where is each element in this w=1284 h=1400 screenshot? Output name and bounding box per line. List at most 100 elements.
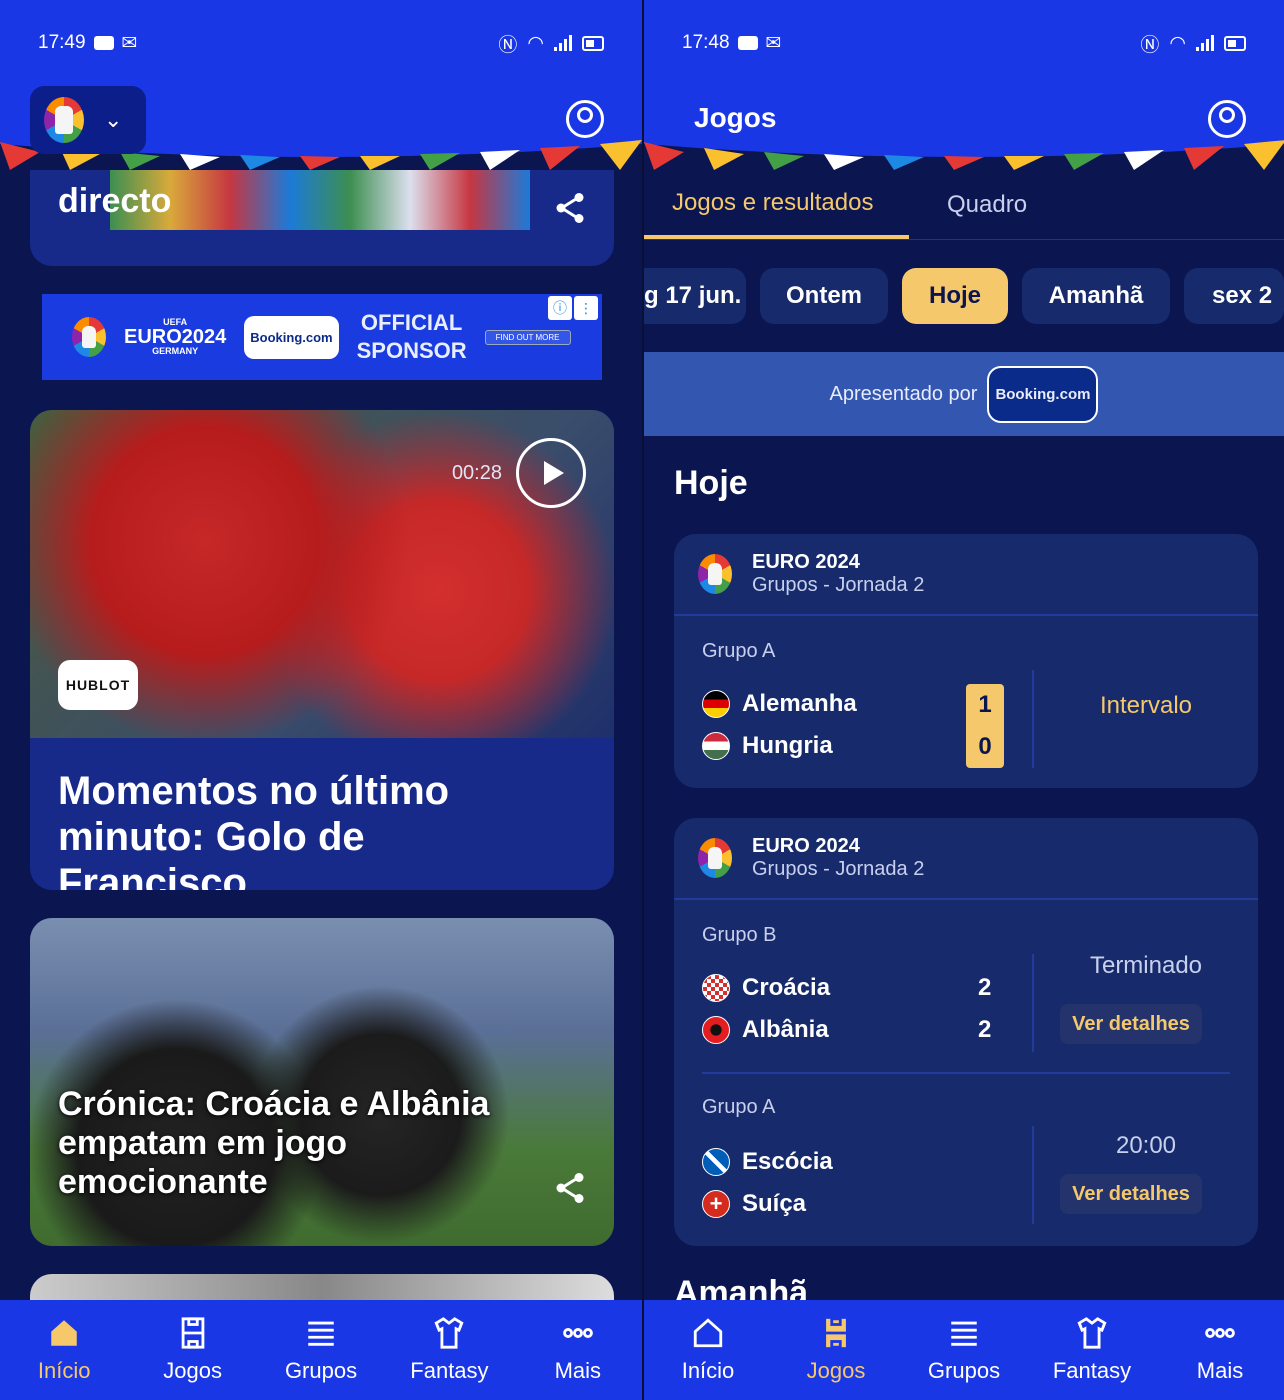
video-card[interactable]: 00:28 HUBLOT Momentos no último minuto: … xyxy=(30,410,614,890)
pitch-icon xyxy=(819,1316,853,1350)
list-icon xyxy=(304,1316,338,1350)
list-icon xyxy=(947,1316,981,1350)
info-icon[interactable]: ⓘ xyxy=(548,296,572,320)
date-chip[interactable]: sex 2 xyxy=(1184,268,1284,324)
article-title: Crónica: Croácia e Albânia empatam em jo… xyxy=(58,1085,490,1201)
tab-quadro[interactable]: Quadro xyxy=(909,170,1055,239)
details-button[interactable]: Ver detalhes xyxy=(1060,1004,1202,1044)
date-chip[interactable]: Ontem xyxy=(760,268,888,324)
away-team: Hungria xyxy=(702,732,833,760)
nav-fantasy[interactable]: Fantasy xyxy=(1028,1300,1156,1400)
tab-jogos-resultados[interactable]: Jogos e resultados xyxy=(644,170,909,239)
video-title: Momentos no último minuto: Golo de Franc… xyxy=(58,769,450,890)
more-vert-icon[interactable]: ⋮ xyxy=(574,296,598,320)
round-name: Grupos - Jornada 2 xyxy=(752,574,925,596)
signal-icon xyxy=(1196,35,1214,51)
sponsor-banner[interactable]: UEFA EURO2024 GERMANY Booking.com OFFICIAL… xyxy=(42,294,602,380)
matches-screen: 17:48 ✉ Ⓝ ◠ Jogos Jogos e resultados Qua… xyxy=(642,0,1284,1400)
date-selector: g 17 jun. Ontem Hoje Amanhã sex 2 xyxy=(644,268,1284,326)
date-chip[interactable]: g 17 jun. xyxy=(644,268,746,324)
celebration-photo: 00:28 HUBLOT xyxy=(30,410,614,738)
competition-selector[interactable]: ⌄ xyxy=(30,86,146,154)
team-name: Escócia xyxy=(742,1148,833,1175)
nav-jogos[interactable]: Jogos xyxy=(128,1300,256,1400)
away-team: + Suíça xyxy=(702,1190,806,1218)
sponsor-strip: Apresentado por Booking.com xyxy=(644,352,1284,436)
away-team: Albânia xyxy=(702,1016,829,1044)
nav-mais[interactable]: Mais xyxy=(514,1300,642,1400)
app-header: ⌄ xyxy=(0,86,642,170)
competition-header: EURO 2024 Grupos - Jornada 2 xyxy=(674,534,1258,616)
profile-icon[interactable] xyxy=(566,100,604,138)
competition-header: EURO 2024 Grupos - Jornada 2 xyxy=(674,818,1258,900)
euro-label: EURO2024 xyxy=(124,326,227,348)
croatia-flag-icon xyxy=(702,974,730,1002)
home-score: 1 xyxy=(978,691,992,718)
nav-inicio[interactable]: Início xyxy=(644,1300,772,1400)
nav-label: Fantasy xyxy=(1052,1358,1132,1383)
youtube-icon xyxy=(737,36,758,50)
hungary-flag-icon xyxy=(702,732,730,760)
official-sponsor-text: OFFICIAL SPONSOR xyxy=(357,309,467,365)
nav-label: Jogos xyxy=(806,1358,866,1383)
team-name: Suíça xyxy=(742,1190,807,1217)
home-team: Escócia xyxy=(702,1148,833,1176)
nav-fantasy[interactable]: Fantasy xyxy=(385,1300,513,1400)
euro-trophy-icon xyxy=(698,838,732,878)
match-status: Terminado xyxy=(1089,952,1203,979)
share-icon[interactable] xyxy=(552,190,588,226)
profile-icon[interactable] xyxy=(1208,100,1246,138)
germany-label: GERMANY xyxy=(152,346,199,356)
team-name: Alemanha xyxy=(742,690,857,717)
mail-icon: ✉ xyxy=(121,32,138,54)
group-label: Grupo A xyxy=(702,640,776,662)
video-duration: 00:28 xyxy=(451,462,502,484)
chevron-down-icon: ⌄ xyxy=(104,107,123,132)
separator xyxy=(702,1072,1230,1074)
home-icon xyxy=(47,1316,81,1350)
home-team: Croácia xyxy=(702,974,830,1002)
date-chip-selected[interactable]: Hoje xyxy=(902,268,1008,324)
bunting-image xyxy=(110,160,530,230)
card-title: directo xyxy=(58,182,172,220)
euro-trophy-icon xyxy=(698,554,732,594)
booking-logo: Booking.com xyxy=(244,315,339,359)
find-out-more-button[interactable]: FIND OUT MORE xyxy=(484,329,571,345)
article-card[interactable]: Crónica: Croácia e Albânia empatam em jo… xyxy=(30,918,614,1246)
play-icon[interactable] xyxy=(516,438,586,508)
nav-grupos[interactable]: Grupos xyxy=(900,1300,1028,1400)
shirt-icon xyxy=(1075,1316,1109,1350)
euro-trophy-icon xyxy=(44,97,84,143)
nav-grupos[interactable]: Grupos xyxy=(257,1300,385,1400)
nav-inicio[interactable]: Início xyxy=(0,1300,128,1400)
battery-icon xyxy=(1224,35,1246,51)
battery-icon xyxy=(582,35,604,51)
share-icon[interactable] xyxy=(552,1170,588,1206)
nfc-icon: Ⓝ xyxy=(1140,34,1160,56)
signal-icon xyxy=(554,35,572,51)
app-header: Jogos xyxy=(644,86,1284,170)
more-icon xyxy=(1203,1316,1237,1350)
ad-info[interactable]: ⓘ ⋮ xyxy=(548,296,598,320)
official-label: OFFICIAL xyxy=(360,310,463,335)
kickoff-time: 20:00 xyxy=(1115,1132,1177,1159)
wifi-icon: ◠ xyxy=(1169,32,1186,54)
live-score: 1 0 xyxy=(966,684,1004,768)
home-team: Alemanha xyxy=(702,690,857,718)
details-button[interactable]: Ver detalhes xyxy=(1060,1174,1202,1214)
more-icon xyxy=(561,1316,595,1350)
status-bar: 17:49 ✉ Ⓝ ◠ xyxy=(0,0,642,86)
away-score: 2 xyxy=(978,1016,992,1043)
status-time: 17:48 xyxy=(682,32,730,53)
nav-label: Fantasy xyxy=(410,1358,489,1383)
competition-name: EURO 2024 xyxy=(752,551,860,573)
wifi-icon: ◠ xyxy=(527,32,544,54)
albania-flag-icon xyxy=(702,1016,730,1044)
status-bar: 17:48 ✉ Ⓝ ◠ xyxy=(644,0,1284,86)
nav-jogos[interactable]: Jogos xyxy=(772,1300,900,1400)
date-chip[interactable]: Amanhã xyxy=(1022,268,1170,324)
home-screen: 17:49 ✉ Ⓝ ◠ directo ⌄ UEFA EURO2024 GERM… xyxy=(0,0,642,1400)
match-photo: Crónica: Croácia e Albânia empatam em jo… xyxy=(30,918,614,1246)
nav-mais[interactable]: Mais xyxy=(1156,1300,1284,1400)
nav-label: Grupos xyxy=(927,1358,1001,1383)
